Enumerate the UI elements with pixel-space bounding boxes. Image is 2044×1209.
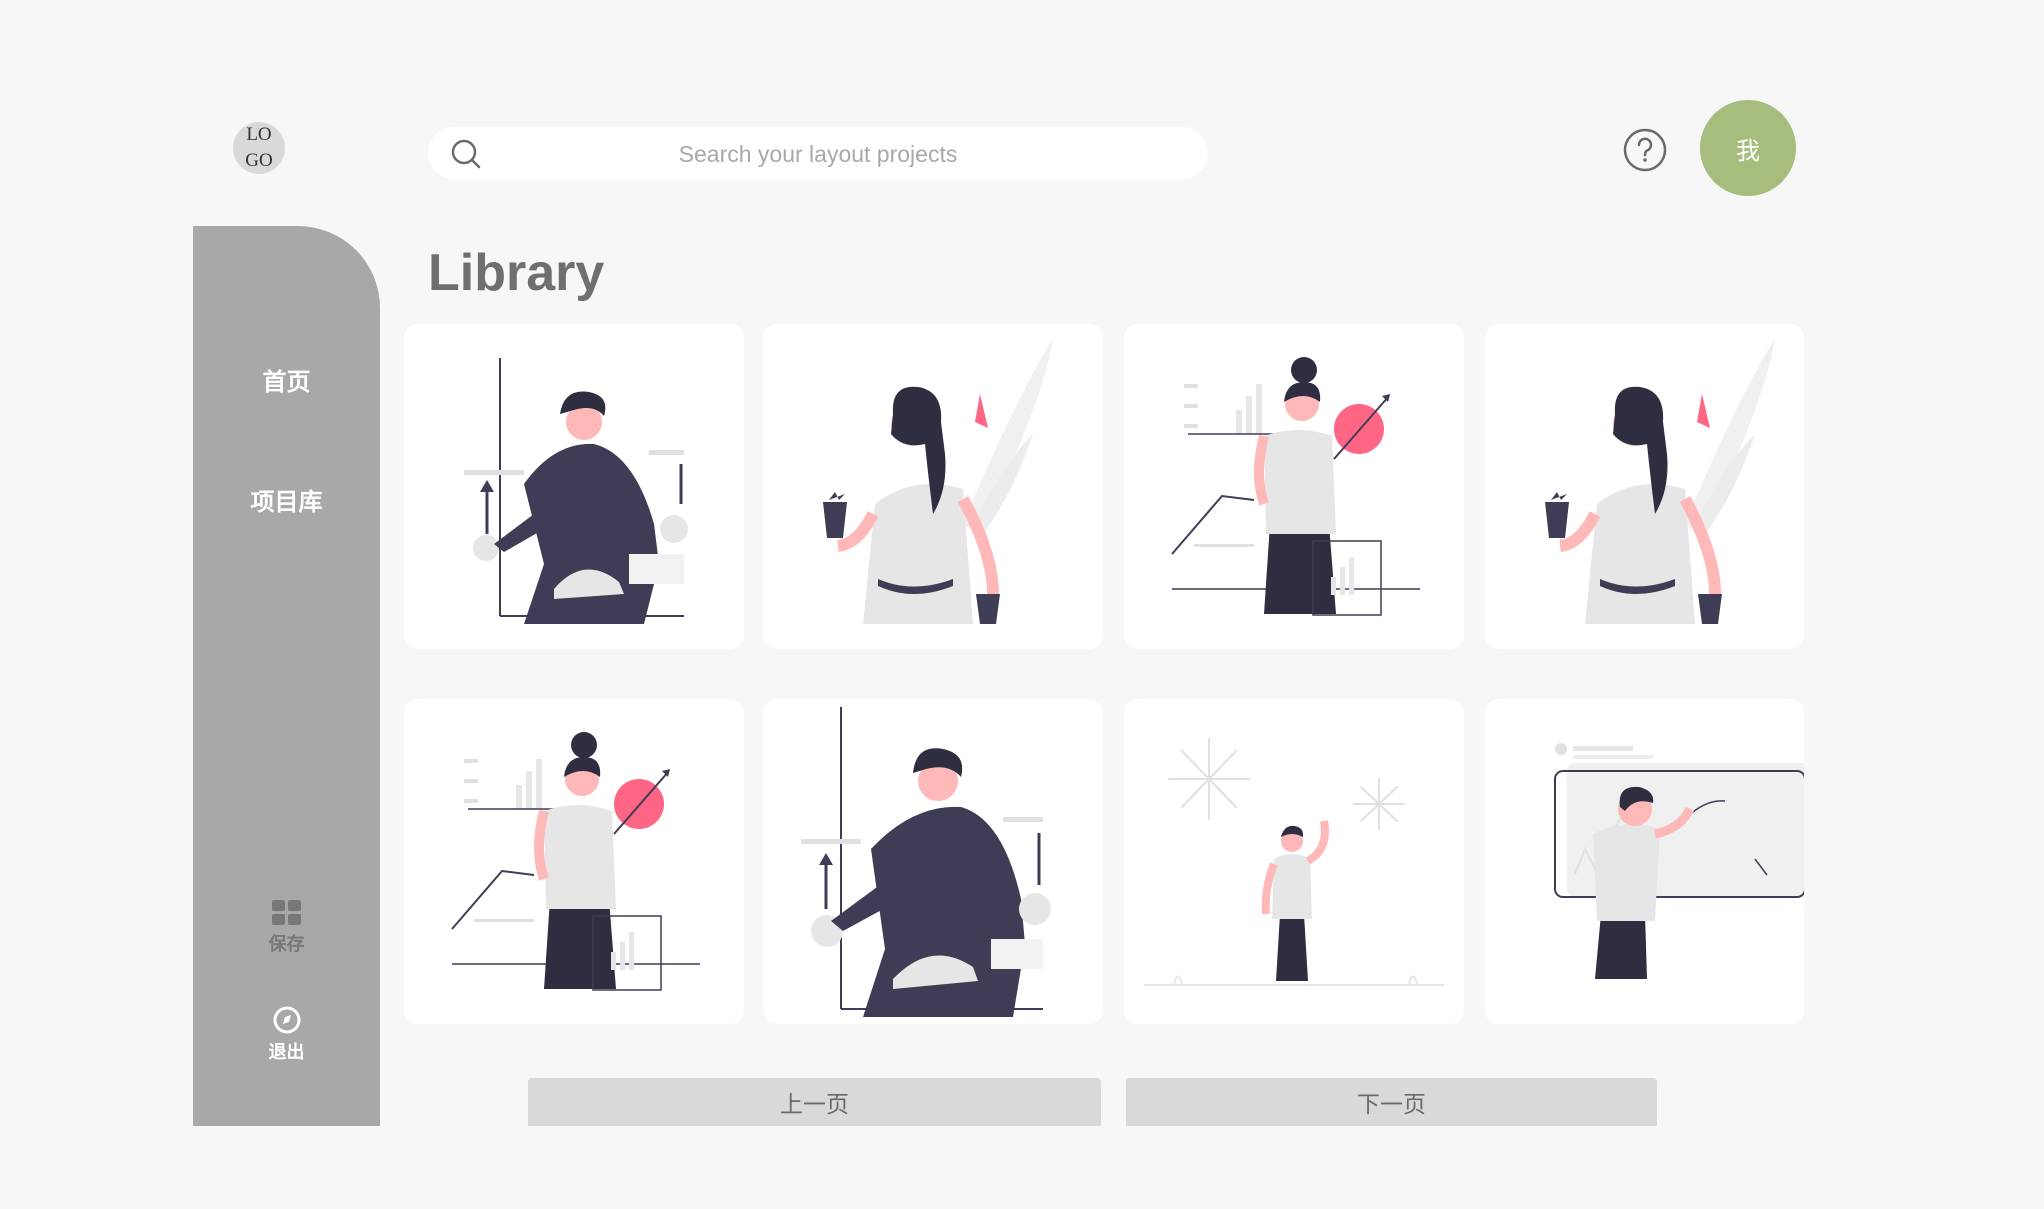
sidebar-item-library[interactable]: 项目库: [193, 482, 380, 517]
project-card[interactable]: [404, 324, 744, 649]
project-card[interactable]: [763, 324, 1103, 649]
grid-icon: [271, 900, 301, 925]
search-bar[interactable]: Search your layout projects: [428, 127, 1208, 179]
man-watching-fireworks-illustration: [1144, 738, 1444, 986]
page-title: Library: [428, 244, 605, 302]
prev-page-button[interactable]: 上一页: [528, 1078, 1101, 1126]
project-card[interactable]: [1485, 699, 1804, 1024]
logo-line-1: LO: [246, 124, 272, 145]
man-at-whiteboard-illustration: [1554, 743, 1804, 979]
woman-holding-plants-illustration: [1545, 338, 1775, 624]
logo-line-2: GO: [245, 150, 273, 171]
project-card[interactable]: [1124, 324, 1464, 649]
project-card[interactable]: [1124, 699, 1464, 1024]
project-card[interactable]: [404, 699, 744, 1024]
search-input[interactable]: Search your layout projects: [428, 141, 1208, 168]
woman-holding-plants-illustration: [823, 338, 1053, 624]
man-presenting-chart-illustration: [801, 707, 1051, 1017]
logout-label: 退出: [268, 1042, 305, 1062]
logo[interactable]: LO GO: [233, 122, 285, 174]
project-card[interactable]: [763, 699, 1103, 1024]
compass-icon: [273, 1006, 300, 1034]
logout-button[interactable]: 退出: [193, 1006, 380, 1064]
avatar[interactable]: 我: [1700, 100, 1796, 196]
save-label: 保存: [268, 934, 305, 954]
next-page-button[interactable]: 下一页: [1126, 1078, 1657, 1126]
question-circle-icon[interactable]: [1622, 127, 1668, 173]
sidebar: 首页 项目库 保存 退出: [193, 226, 380, 1126]
save-button[interactable]: 保存: [193, 900, 380, 956]
avatar-label: 我: [1736, 137, 1760, 165]
woman-with-growth-chart-illustration: [451, 732, 700, 991]
man-presenting-chart-illustration: [464, 358, 688, 624]
woman-with-growth-chart-illustration: [1171, 357, 1420, 616]
project-card[interactable]: [1485, 324, 1804, 649]
sidebar-item-home[interactable]: 首页: [193, 362, 380, 397]
